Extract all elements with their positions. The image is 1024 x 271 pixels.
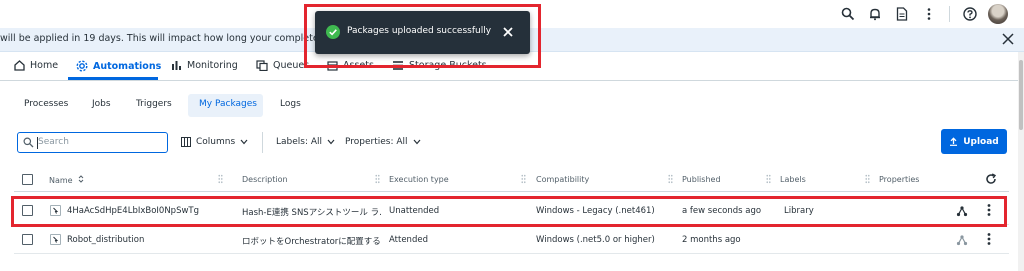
document-icon[interactable] <box>893 5 911 23</box>
sort-icon <box>78 175 84 183</box>
scrollbar-thumb[interactable] <box>1019 60 1023 130</box>
avatar[interactable] <box>988 4 1008 24</box>
nav-automations[interactable]: Automations <box>76 60 161 72</box>
upload-button[interactable]: Upload <box>941 129 1007 154</box>
highlight-box-row <box>11 196 1007 227</box>
column-header-properties[interactable]: Properties <box>879 175 919 184</box>
column-header-execution-type[interactable]: Execution type <box>389 175 449 184</box>
top-bar-icons <box>839 4 1008 24</box>
nav-monitoring-label: Monitoring <box>187 60 238 71</box>
package-name[interactable]: Robot_distribution <box>67 235 232 245</box>
columns-icon <box>181 137 191 147</box>
top-bar-divider <box>949 6 950 22</box>
home-icon <box>14 60 25 71</box>
vertical-scrollbar[interactable] <box>1018 52 1024 271</box>
labels-filter-label: Labels: All <box>276 137 323 147</box>
tab-jobs[interactable]: Jobs <box>92 99 111 109</box>
column-resize-handle[interactable] <box>375 174 380 184</box>
package-published: 2 months ago <box>682 235 741 245</box>
columns-button[interactable]: Columns <box>181 137 248 147</box>
tab-logs[interactable]: Logs <box>280 99 301 109</box>
column-header-published[interactable]: Published <box>682 175 721 184</box>
banner-close-icon[interactable] <box>1000 31 1016 47</box>
package-description: ロボットをOrchestratorに配置する <box>242 237 381 247</box>
bell-icon[interactable] <box>866 5 884 23</box>
nav-home-label: Home <box>30 60 59 71</box>
table-footer <box>0 263 1024 271</box>
properties-filter-label: Properties: All <box>345 137 408 147</box>
monitoring-icon <box>172 61 181 70</box>
nav-automations-label: Automations <box>93 60 162 72</box>
search-placeholder: Search <box>38 137 69 147</box>
automations-icon <box>76 60 88 72</box>
column-header-compatibility[interactable]: Compatibility <box>536 175 589 184</box>
chevron-down-icon <box>240 139 248 145</box>
column-header-name[interactable]: Name <box>49 175 84 185</box>
nav-queues[interactable]: Queues <box>256 60 309 71</box>
properties-filter[interactable]: Properties: All <box>345 137 421 147</box>
more-vertical-icon[interactable] <box>987 232 991 249</box>
tab-processes[interactable]: Processes <box>24 99 68 109</box>
table-row[interactable]: Robot_distribution ロボットをOrchestratorに配置す… <box>14 226 1009 254</box>
highlight-box-toast <box>304 4 541 68</box>
process-deploy-icon[interactable] <box>956 234 968 249</box>
upload-icon <box>950 137 958 146</box>
select-all-checkbox[interactable] <box>22 174 33 185</box>
search-icon[interactable] <box>839 5 857 23</box>
queues-icon <box>256 60 268 71</box>
toolbar-divider <box>262 132 263 153</box>
column-resize-handle[interactable] <box>218 174 223 184</box>
search-icon <box>23 137 34 148</box>
nav-active-underline <box>68 77 158 80</box>
package-compatibility: Windows (.net5.0 or higher) <box>536 235 655 245</box>
tab-triggers[interactable]: Triggers <box>136 99 172 109</box>
labels-filter[interactable]: Labels: All <box>276 137 335 147</box>
orchestrator-page: will be applied in 19 days. This will im… <box>0 0 1024 271</box>
nav-monitoring[interactable]: Monitoring <box>171 60 238 71</box>
chevron-down-icon <box>413 139 421 145</box>
tab-my-packages[interactable]: My Packages <box>199 99 257 109</box>
table-header: Name Description Execution type Compatib… <box>14 167 1009 192</box>
upload-label: Upload <box>963 136 999 147</box>
column-resize-handle[interactable] <box>521 174 526 184</box>
help-icon[interactable] <box>961 5 979 23</box>
column-header-description[interactable]: Description <box>242 175 288 184</box>
column-resize-handle[interactable] <box>865 174 870 184</box>
columns-label: Columns <box>196 137 236 147</box>
column-header-labels[interactable]: Labels <box>780 175 806 184</box>
package-execution-type: Attended <box>389 235 428 245</box>
column-resize-handle[interactable] <box>668 174 673 184</box>
more-vertical-icon[interactable] <box>920 5 938 23</box>
column-resize-handle[interactable] <box>766 174 771 184</box>
nav-home[interactable]: Home <box>14 60 58 71</box>
package-icon <box>50 234 61 245</box>
chevron-down-icon <box>327 139 335 145</box>
column-header-name-label: Name <box>49 176 73 185</box>
row-checkbox[interactable] <box>22 234 33 245</box>
search-input[interactable]: Search <box>17 132 168 153</box>
refresh-icon[interactable] <box>985 173 997 188</box>
